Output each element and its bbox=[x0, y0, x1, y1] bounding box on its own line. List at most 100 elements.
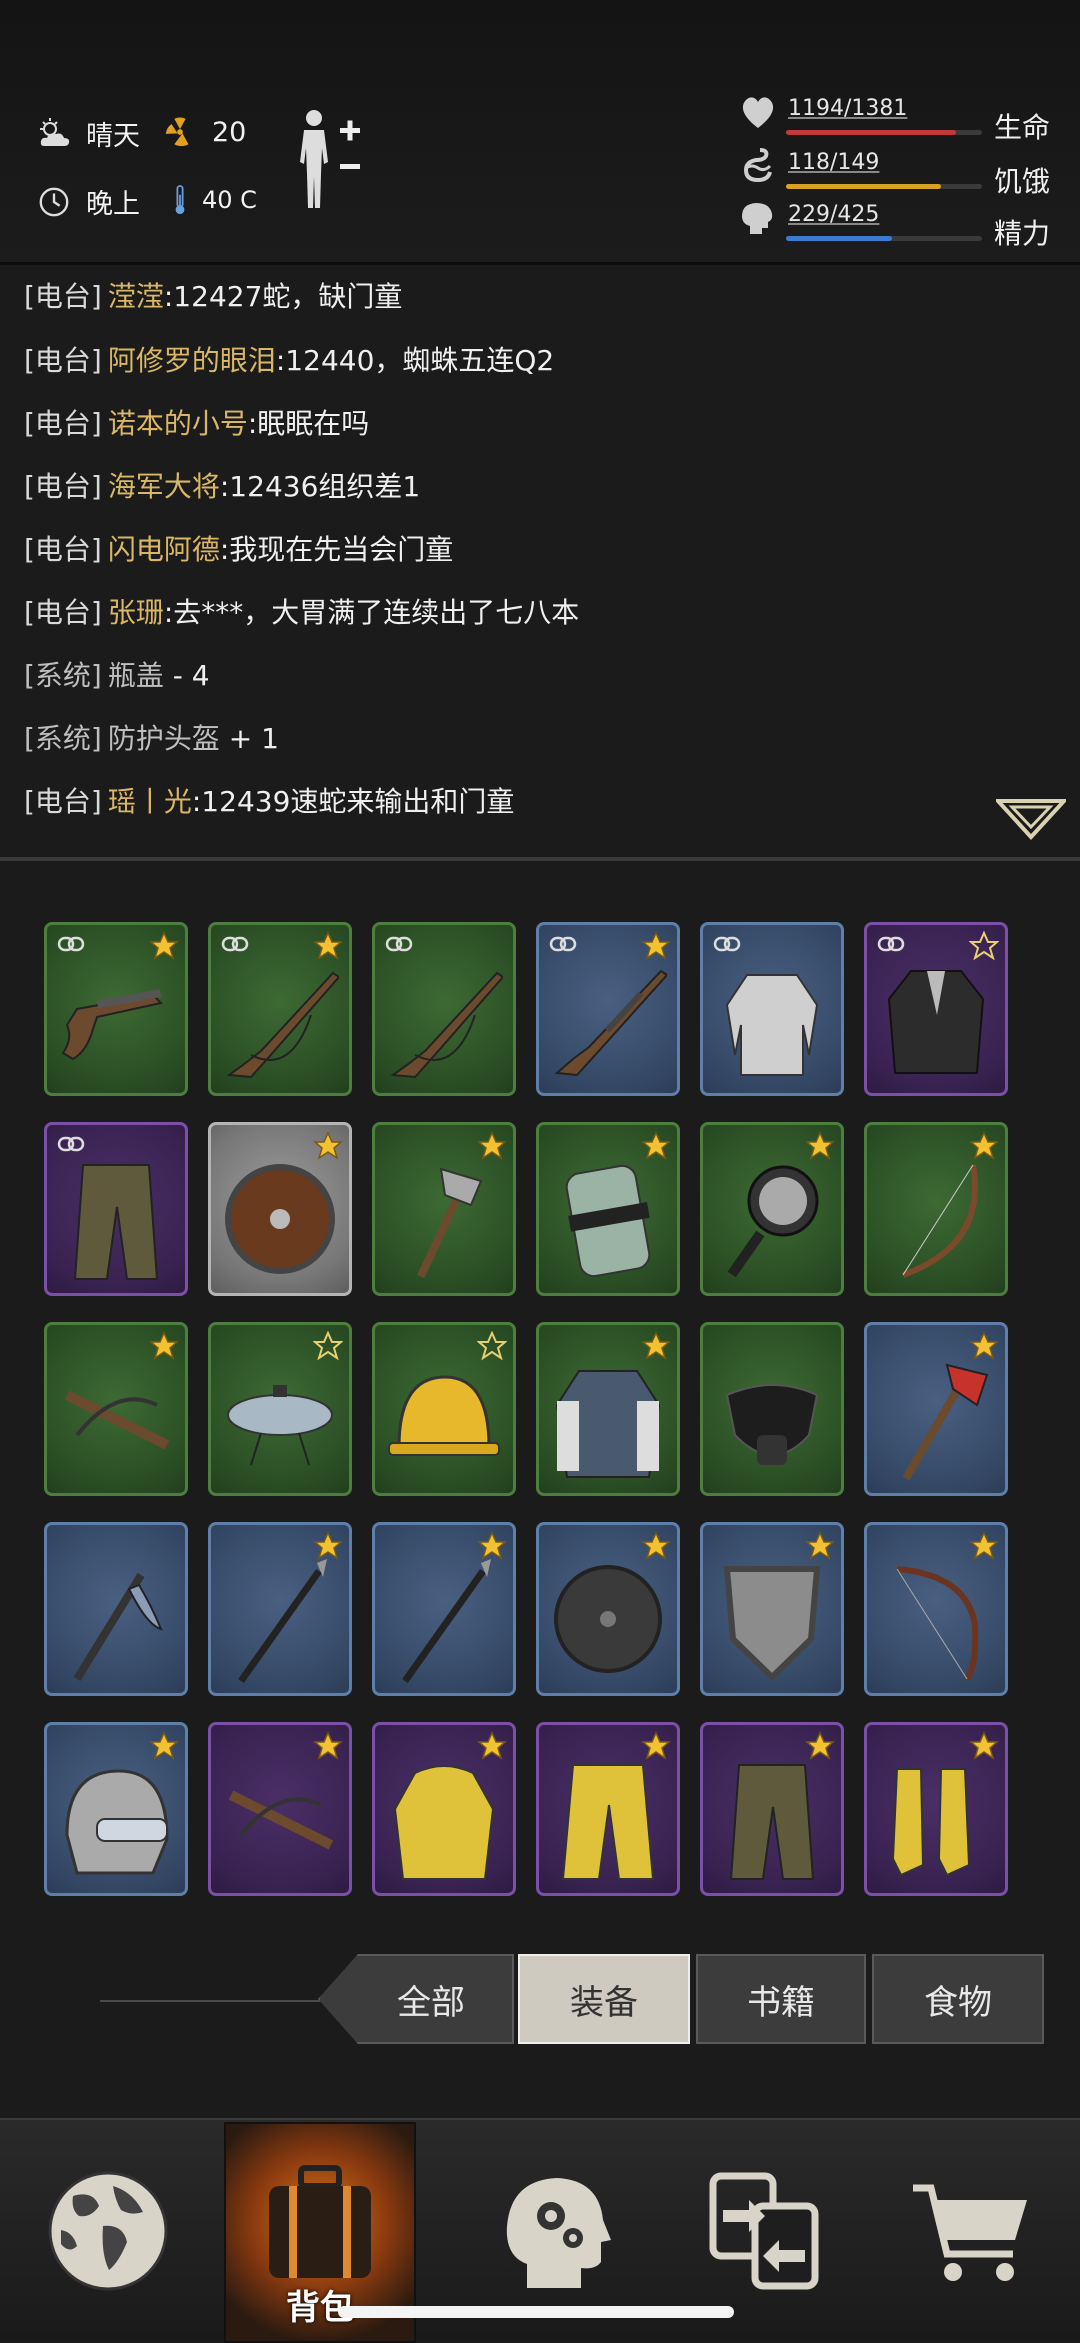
clock-icon bbox=[36, 184, 72, 220]
tab-food[interactable]: 食物 bbox=[872, 1954, 1044, 2044]
favorite-star-icon[interactable] bbox=[968, 1731, 1000, 1761]
favorite-star-outline-icon[interactable] bbox=[476, 1330, 508, 1361]
chat-line: [电台] 闪电阿德:我现在先当会门童 bbox=[24, 530, 453, 570]
inventory-slot-pickaxe[interactable] bbox=[44, 1522, 188, 1696]
crossbow-icon bbox=[64, 1390, 170, 1450]
favorite-star-icon[interactable] bbox=[804, 1131, 836, 1161]
inventory-slot-spear[interactable] bbox=[372, 1522, 516, 1696]
body-status-button[interactable] bbox=[296, 104, 366, 214]
inventory-slot-fire-axe[interactable] bbox=[864, 1322, 1008, 1496]
chat-channel: [电台] bbox=[24, 344, 102, 377]
inventory-slot-riot-shield[interactable] bbox=[536, 1122, 680, 1296]
status-panel: 晴天 20 晚上 40 C 1194/1381 生命 118/149 饥饿 22… bbox=[0, 0, 1080, 265]
favorite-star-icon[interactable] bbox=[148, 1731, 180, 1761]
favorite-star-icon[interactable] bbox=[640, 931, 672, 961]
favorite-star-icon[interactable] bbox=[640, 1331, 672, 1361]
life-stat: 1194/1381 生命 bbox=[738, 92, 1058, 144]
inventory-slot-hard-hat[interactable] bbox=[372, 1322, 516, 1496]
radiation-stat: 20 bbox=[162, 114, 246, 150]
inventory-slot-wooden-shield[interactable] bbox=[208, 1122, 352, 1296]
inventory-slot-frying-pan[interactable] bbox=[700, 1122, 844, 1296]
chat-message: :12436组织差1 bbox=[219, 470, 421, 503]
tab-books[interactable]: 书籍 bbox=[696, 1954, 866, 2044]
chat-message: - 4 bbox=[163, 659, 210, 692]
favorite-star-outline-icon[interactable] bbox=[312, 1330, 344, 1361]
frying-pan-icon bbox=[727, 1165, 819, 1278]
time-stat: 晚上 bbox=[36, 182, 140, 221]
cart-icon bbox=[913, 2184, 1027, 2281]
home-indicator[interactable] bbox=[338, 2306, 734, 2318]
favorite-star-icon[interactable] bbox=[476, 1131, 508, 1161]
inventory-slot-raincoat[interactable] bbox=[372, 1722, 516, 1896]
shotgun-icon bbox=[554, 969, 667, 1077]
favorite-star-icon[interactable] bbox=[968, 1131, 1000, 1161]
pickaxe-icon bbox=[73, 1572, 163, 1682]
favorite-star-icon[interactable] bbox=[968, 1331, 1000, 1361]
favorite-star-icon[interactable] bbox=[476, 1531, 508, 1561]
favorite-star-icon[interactable] bbox=[640, 1731, 672, 1761]
thermometer-icon bbox=[170, 182, 190, 218]
hatchet-icon bbox=[417, 1167, 483, 1279]
nav-shop[interactable] bbox=[864, 2120, 1080, 2341]
favorite-star-icon[interactable] bbox=[640, 1531, 672, 1561]
favorite-star-outline-icon[interactable] bbox=[968, 930, 1000, 961]
sunny-cloud-icon bbox=[36, 116, 72, 152]
inventory-slot-pot-lid[interactable] bbox=[208, 1322, 352, 1496]
tab-all[interactable]: 全部 bbox=[318, 1954, 514, 2044]
inventory-slot-metal-shield[interactable] bbox=[700, 1522, 844, 1696]
inventory-slot-bow[interactable] bbox=[864, 1122, 1008, 1296]
suitcase-icon bbox=[269, 2164, 371, 2278]
chat-sender: 瑶丨光 bbox=[107, 785, 192, 818]
nav-world-map[interactable] bbox=[0, 2120, 216, 2341]
favorite-star-icon[interactable] bbox=[804, 1731, 836, 1761]
inventory-slot-jacket[interactable] bbox=[864, 922, 1008, 1096]
chat-sender: 诺本的小号 bbox=[107, 407, 248, 440]
inventory-slot-crossbow[interactable] bbox=[44, 1322, 188, 1496]
favorite-star-icon[interactable] bbox=[312, 931, 344, 961]
favorite-star-icon[interactable] bbox=[148, 931, 180, 961]
chat-channel: [电台] bbox=[24, 407, 102, 440]
life-bar bbox=[786, 130, 982, 135]
favorite-star-icon[interactable] bbox=[640, 1131, 672, 1161]
inventory-slot-shotgun[interactable] bbox=[536, 922, 680, 1096]
favorite-star-icon[interactable] bbox=[476, 1731, 508, 1761]
inventory-slot-round-shield[interactable] bbox=[536, 1522, 680, 1696]
inventory-slot-crossbow[interactable] bbox=[208, 1722, 352, 1896]
favorite-star-icon[interactable] bbox=[312, 1731, 344, 1761]
temperature-value: 40 C bbox=[202, 186, 257, 214]
inventory-slot-cargo-pants[interactable] bbox=[700, 1722, 844, 1896]
collapse-chat-button[interactable] bbox=[993, 797, 1069, 841]
inventory-slot-recurve-bow[interactable] bbox=[864, 1522, 1008, 1696]
energy-label: 精力 bbox=[994, 217, 1051, 250]
round-shield-icon bbox=[554, 1565, 662, 1673]
bound-icon bbox=[221, 935, 249, 953]
favorite-star-icon[interactable] bbox=[312, 1531, 344, 1561]
inventory-slot-hatchet[interactable] bbox=[372, 1122, 516, 1296]
inventory-slot-pants[interactable] bbox=[44, 1122, 188, 1296]
favorite-star-icon[interactable] bbox=[804, 1531, 836, 1561]
chat-log[interactable]: [电台] 滢滢:12427蛇，缺门童 [电台] 阿修罗的眼泪:12440，蜘蛛五连Q… bbox=[0, 265, 1080, 857]
inventory-slot-rain-pants[interactable] bbox=[536, 1722, 680, 1896]
inventory-slot-hunting-rifle[interactable] bbox=[208, 922, 352, 1096]
tab-equipment[interactable]: 装备 bbox=[518, 1954, 690, 2044]
inventory-slot-shirt[interactable] bbox=[700, 922, 844, 1096]
pot-lid-icon bbox=[227, 1385, 333, 1466]
inventory-slot-motorcycle-helmet[interactable] bbox=[44, 1722, 188, 1896]
inventory-slot-gas-mask[interactable] bbox=[700, 1322, 844, 1496]
inventory-slot-spear[interactable] bbox=[208, 1522, 352, 1696]
inventory-slot-varsity-jacket[interactable] bbox=[536, 1322, 680, 1496]
weather-stat: 晴天 bbox=[36, 114, 140, 153]
chat-sender: 张珊 bbox=[107, 596, 164, 629]
favorite-star-icon[interactable] bbox=[148, 1331, 180, 1361]
chat-message: :12427蛇，缺门童 bbox=[163, 280, 403, 313]
energy-value: 229/425 bbox=[788, 202, 880, 227]
inventory-slot-flintlock-pistol[interactable] bbox=[44, 922, 188, 1096]
raincoat-icon bbox=[393, 1765, 495, 1880]
favorite-star-icon[interactable] bbox=[968, 1531, 1000, 1561]
wooden-shield-icon bbox=[225, 1164, 335, 1274]
body-figure-icon bbox=[300, 110, 360, 208]
inventory-slot-rain-boots[interactable] bbox=[864, 1722, 1008, 1896]
chat-channel: [系统] bbox=[24, 659, 102, 692]
favorite-star-icon[interactable] bbox=[312, 1131, 344, 1161]
inventory-slot-hunting-rifle[interactable] bbox=[372, 922, 516, 1096]
